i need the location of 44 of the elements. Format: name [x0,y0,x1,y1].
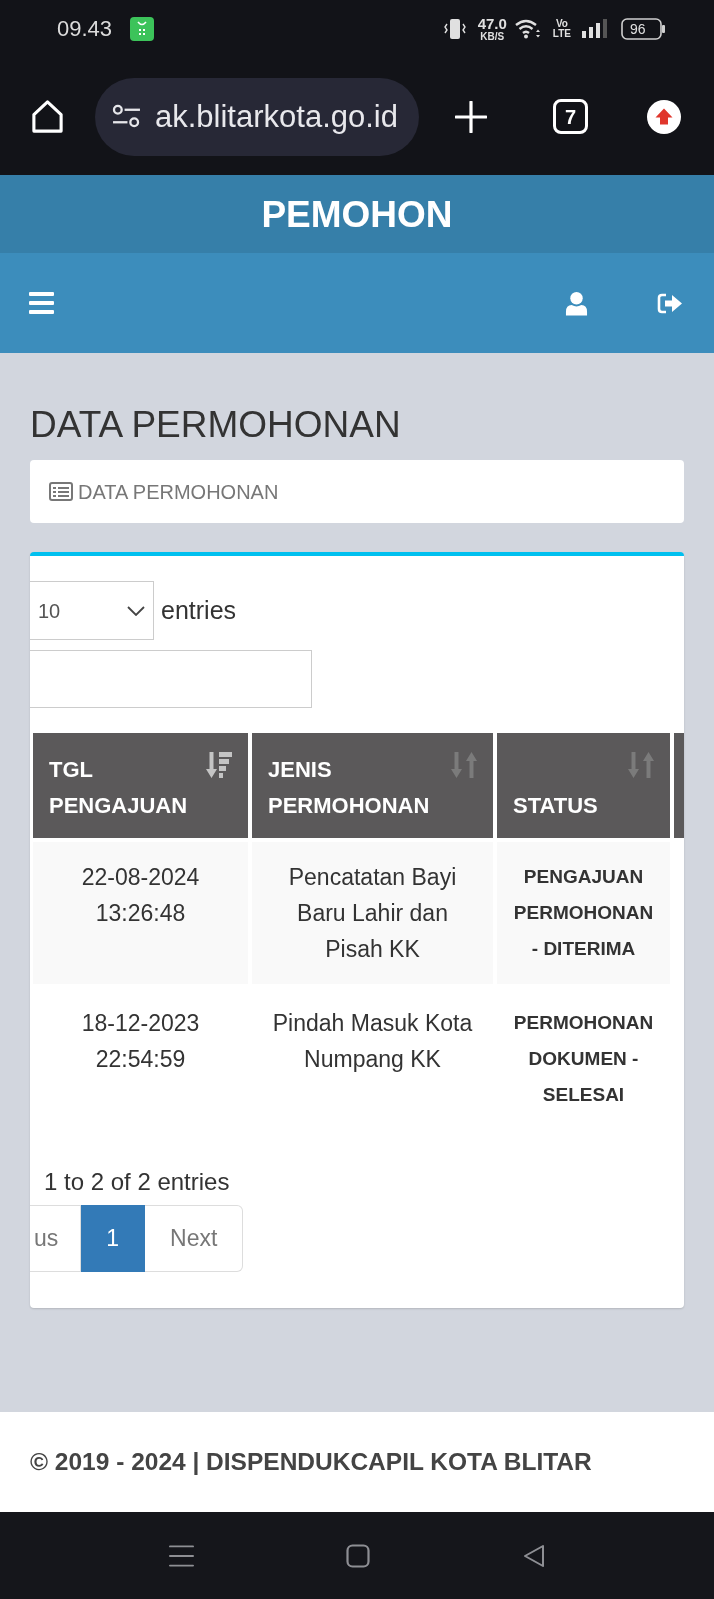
signal-icon [582,19,608,39]
tune-icon[interactable] [112,104,141,129]
home-icon[interactable] [30,99,65,134]
sort-descending-icon[interactable] [206,752,232,778]
table-header-cell[interactable]: TGL PENGAJUAN [33,733,248,838]
chevron-down-icon [127,605,145,616]
plus-icon[interactable] [455,100,487,133]
square-icon[interactable] [346,1543,370,1568]
footer-text: © 2019 - 2024 | DISPENDUKCAPIL KOTA BLITAR [30,1449,592,1475]
network-speed-unit: KB/S [480,31,505,42]
breadcrumb-text: DATA PERMOHONAN [78,481,279,502]
battery-level: 96 [630,21,646,37]
user-icon[interactable] [565,290,588,316]
list-icon [49,482,73,501]
battery-icon [621,18,665,40]
address-bar[interactable]: ak.blitarkota.go.id [95,77,419,156]
pagination-button[interactable]: Next [145,1205,244,1272]
entries-select[interactable]: 10 [30,581,154,640]
url-text: ak.blitarkota.go.id [155,101,398,132]
sign-out-icon[interactable] [657,292,683,314]
table-header-cell[interactable]: JENIS PERMOHONAN [252,733,493,838]
pagination-button[interactable]: us [30,1205,82,1272]
table-info-text: 1 to 2 of 2 entries [44,1167,230,1197]
menu-icon[interactable] [169,1543,194,1568]
status-time: 09.43 [57,18,113,40]
entries-label: entries [161,598,237,623]
back-icon[interactable] [522,1543,546,1568]
network-type-label: Vo [555,19,568,29]
search-field[interactable] [30,650,312,708]
table-header-cell[interactable]: STATUS [497,733,670,838]
table-cell: 22-08-2024 13:26:48 [33,842,248,984]
arrow-up-circle-icon[interactable] [647,99,681,134]
vibrate-icon [443,18,466,40]
table-cell: Pencatatan Bayi Baru Lahir dan Pisah KK [252,842,493,984]
network-speed: 47.0 [477,16,507,31]
app-title: PEMOHON [261,195,453,233]
network-type-label: LTE [552,29,571,39]
tab-switcher-button[interactable]: 7 [553,99,588,134]
app-notification-icon [130,17,155,41]
wifi-icon [514,18,541,40]
pagination-button[interactable]: 1 [81,1205,146,1272]
menu-icon[interactable] [29,292,54,314]
table-cell: PENGAJUAN PERMOHONAN - DITERIMA [497,842,670,984]
page-title: DATA PERMOHONAN [30,403,401,447]
